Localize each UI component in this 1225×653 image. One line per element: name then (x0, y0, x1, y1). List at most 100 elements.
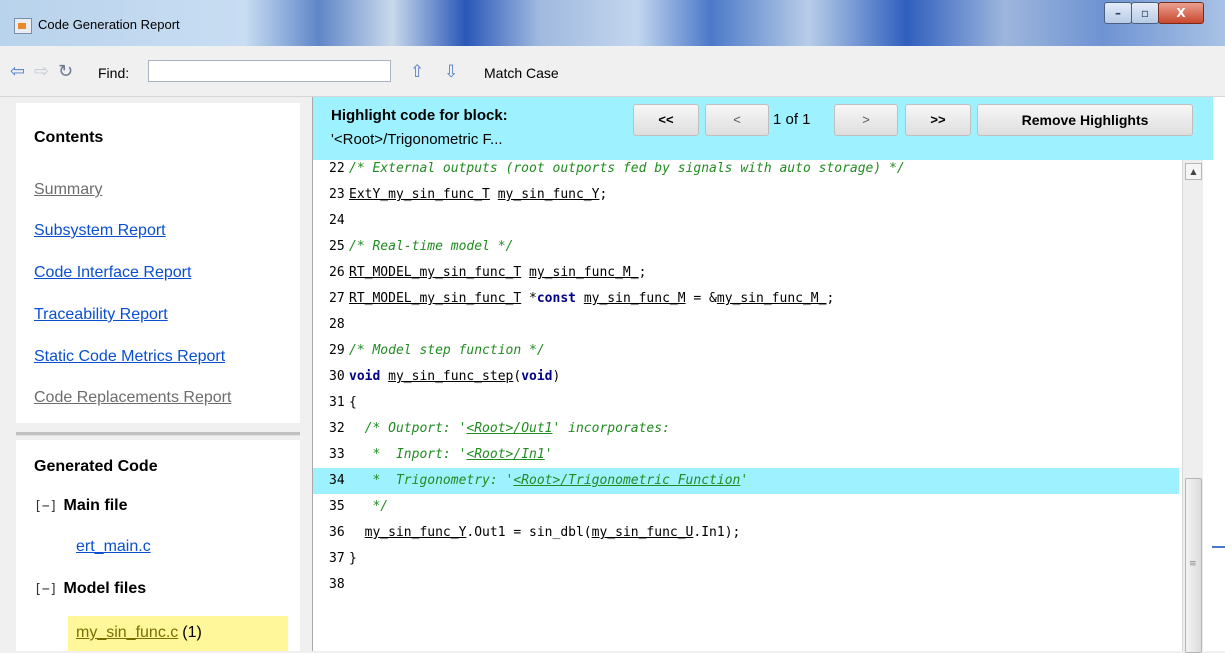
contents-panel: Contents Summary Subsystem Report Code I… (16, 103, 300, 423)
code-line: 23 ExtY_my_sin_func_T my_sin_func_Y; (313, 182, 1179, 208)
code-line: 35 */ (313, 494, 1179, 520)
code-line: 29 /* Model step function */ (313, 338, 1179, 364)
scroll-thumb[interactable]: ≡ (1185, 478, 1202, 653)
group-label: Model files (63, 580, 147, 597)
code-line: 28 (313, 312, 1179, 338)
main-file-group: [−] Main file (34, 497, 128, 515)
code-text: } (349, 551, 357, 566)
line-number: 28 (329, 317, 345, 332)
code-line: 30 void my_sin_func_step(void) (313, 364, 1179, 390)
line-number: 25 (329, 239, 345, 254)
static-code-metrics-report-link[interactable]: Static Code Metrics Report (34, 348, 225, 366)
code-text: /* Outport: '<Root>/Out1' incorporates: (349, 421, 670, 436)
model-files-group: [−] Model files (34, 580, 146, 598)
last-highlight-button[interactable]: >> (905, 104, 971, 136)
line-number: 24 (329, 213, 345, 228)
traceability-report-link[interactable]: Traceability Report (34, 306, 168, 324)
line-number: 23 (329, 187, 345, 202)
code-line: 33 * Inport: '<Root>/In1' (313, 442, 1179, 468)
code-view: 22 /* External outputs (root outports fed… (313, 160, 1179, 651)
code-line: 37} (313, 546, 1179, 572)
back-icon[interactable]: ⇦ (10, 63, 25, 81)
title-bar: Code Generation Report – ▫ X (0, 0, 1225, 46)
pane-splitter[interactable] (16, 432, 300, 436)
code-text: /* External outputs (root outports fed b… (349, 161, 905, 176)
highlight-count: (1) (182, 624, 202, 641)
code-text: RT_MODEL_my_sin_func_T my_sin_func_M_; (349, 265, 647, 280)
line-number: 35 (329, 499, 345, 514)
minimize-button[interactable]: – (1104, 2, 1132, 24)
file-link-my-sin-func[interactable]: my_sin_func.c (76, 624, 178, 641)
code-line: 24 (313, 208, 1179, 234)
report-viewer: Highlight code for block: '<Root>/Trigon… (312, 97, 1225, 653)
code-text: /* Model step function */ (349, 343, 545, 358)
collapse-toggle[interactable]: [−] (34, 582, 57, 597)
summary-link[interactable]: Summary (34, 181, 102, 199)
first-highlight-button[interactable]: << (633, 104, 699, 136)
window-title: Code Generation Report (38, 17, 180, 32)
app-icon (14, 18, 32, 34)
refresh-icon[interactable]: ↻ (58, 63, 73, 81)
grip-icon: ≡ (1189, 559, 1197, 569)
selected-file-entry: my_sin_func.c (1) (76, 624, 202, 642)
code-text: /* Real-time model */ (349, 239, 514, 254)
line-number: 22 (329, 161, 345, 176)
highlight-block-path: '<Root>/Trigonometric F... (331, 131, 503, 148)
maximize-button[interactable]: ▫ (1131, 2, 1159, 24)
line-number: 36 (329, 525, 345, 540)
scroll-up-arrow-icon[interactable]: ▲ (1185, 163, 1202, 180)
code-interface-report-link[interactable]: Code Interface Report (34, 264, 191, 282)
contents-heading: Contents (34, 129, 104, 146)
code-line: 25 /* Real-time model */ (313, 234, 1179, 260)
line-number: 29 (329, 343, 345, 358)
code-line: 31 { (313, 390, 1179, 416)
code-text: void my_sin_func_step(void) (349, 369, 561, 384)
group-label: Main file (63, 497, 128, 514)
line-number: 37 (329, 551, 345, 566)
find-input[interactable] (148, 60, 391, 82)
generated-code-heading: Generated Code (34, 458, 158, 475)
code-line: 27 RT_MODEL_my_sin_func_T *const my_sin_f… (313, 286, 1179, 312)
code-replacements-report-link[interactable]: Code Replacements Report (34, 389, 231, 407)
code-text: ExtY_my_sin_func_T my_sin_func_Y; (349, 187, 608, 202)
highlight-title: Highlight code for block: (331, 107, 508, 124)
code-text: my_sin_func_Y.Out1 = sin_dbl(my_sin_func… (364, 525, 741, 540)
code-text: */ (349, 499, 389, 514)
code-line: 38 (313, 572, 1179, 598)
code-line: 34 * Trigonometry: '<Root>/Trigonometric… (313, 468, 1179, 494)
generated-code-panel: Generated Code [−] Main file ert_main.c [… (16, 440, 300, 651)
remove-highlights-button[interactable]: Remove Highlights (977, 104, 1193, 136)
line-number: 26 (329, 265, 345, 280)
collapse-toggle[interactable]: [−] (34, 499, 57, 514)
subsystem-report-link[interactable]: Subsystem Report (34, 222, 166, 240)
line-number: 27 (329, 291, 345, 306)
toolbar: ⇦ ⇨ ↻ Find: ⇧ ⇩ Match Case (0, 46, 1225, 97)
code-line: 36 my_sin_func_Y.Out1 = sin_dbl(my_sin_f… (313, 520, 1179, 546)
code-text: * Trigonometry: '<Root>/Trigonometric Fu… (349, 473, 749, 488)
code-text: { (349, 395, 357, 410)
file-link-ert-main[interactable]: ert_main.c (76, 538, 151, 556)
line-number: 34 (329, 473, 345, 488)
code-text: RT_MODEL_my_sin_func_T *const my_sin_fun… (349, 291, 835, 306)
window-edge-accent (1212, 546, 1225, 548)
close-button[interactable]: X (1158, 2, 1204, 24)
line-number: 38 (329, 577, 345, 592)
find-previous-icon[interactable]: ⇧ (410, 62, 424, 82)
forward-icon[interactable]: ⇨ (34, 63, 49, 81)
line-number: 32 (329, 421, 345, 436)
vertical-scrollbar[interactable]: ▲ ≡ (1182, 160, 1203, 653)
line-number: 33 (329, 447, 345, 462)
line-number: 31 (329, 395, 345, 410)
highlight-bar: Highlight code for block: '<Root>/Trigon… (313, 97, 1213, 160)
code-line: 26 RT_MODEL_my_sin_func_T my_sin_func_M_; (313, 260, 1179, 286)
code-line: 22 /* External outputs (root outports fed… (313, 160, 1179, 182)
line-number: 30 (329, 369, 345, 384)
find-next-icon[interactable]: ⇩ (444, 62, 458, 82)
previous-highlight-button[interactable]: < (705, 104, 769, 136)
code-line: 32 /* Outport: '<Root>/Out1' incorporate… (313, 416, 1179, 442)
match-case-option[interactable]: Match Case (484, 65, 559, 81)
next-highlight-button[interactable]: > (834, 104, 898, 136)
find-label: Find: (98, 65, 130, 81)
highlight-page-indicator: 1 of 1 (773, 111, 811, 128)
navigation-pane: Contents Summary Subsystem Report Code I… (0, 97, 312, 651)
